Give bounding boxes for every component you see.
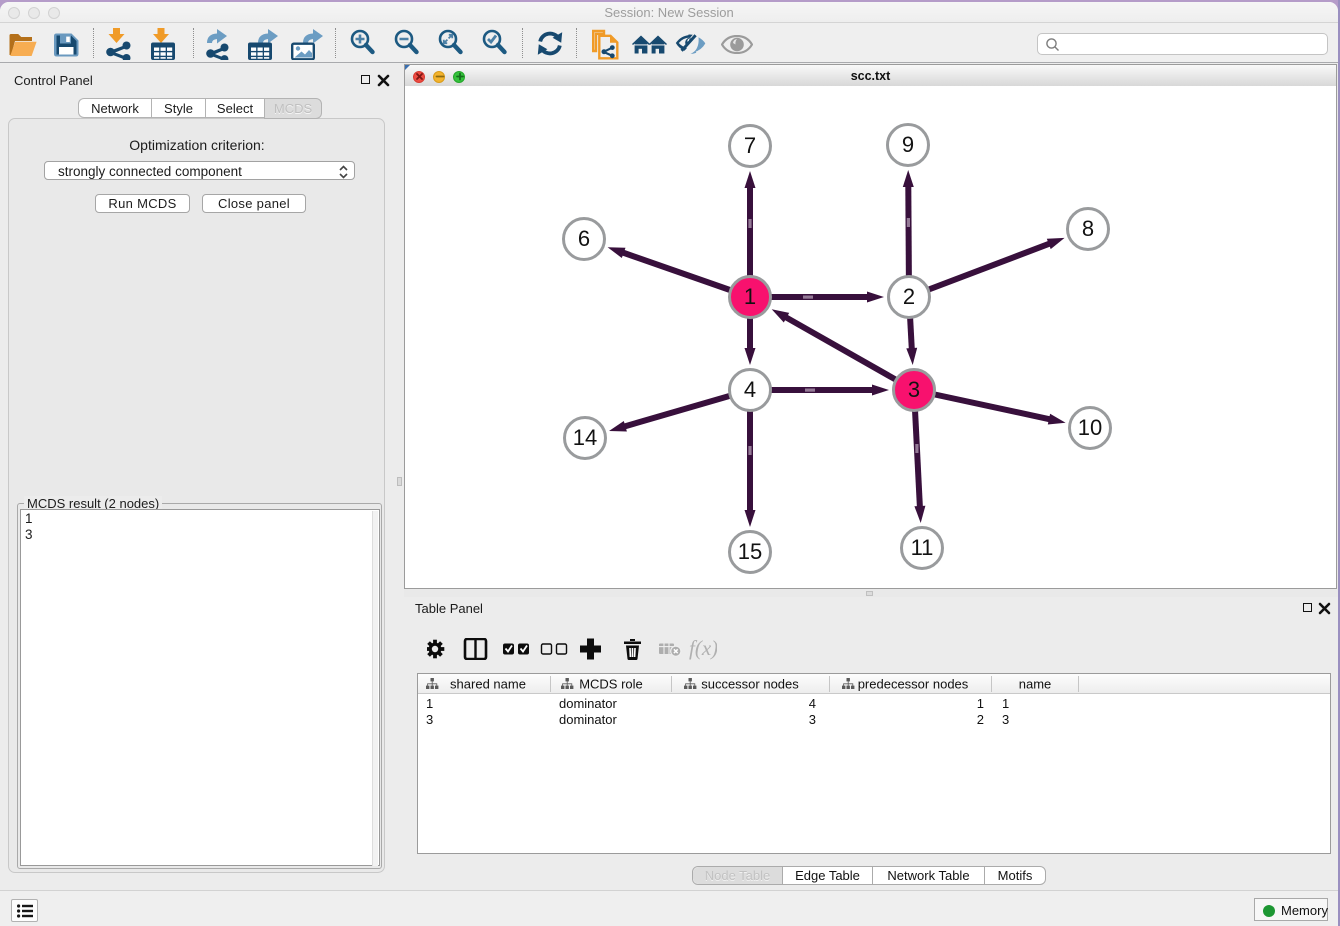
svg-text:name: name xyxy=(1019,677,1052,692)
svg-text:8: 8 xyxy=(1082,216,1094,241)
svg-text:shared name: shared name xyxy=(450,677,526,692)
svg-text:14: 14 xyxy=(573,425,597,450)
svg-text:9: 9 xyxy=(902,132,914,157)
svg-text:3: 3 xyxy=(908,377,920,402)
svg-text:MCDS role: MCDS role xyxy=(579,677,643,692)
svg-text:6: 6 xyxy=(578,226,590,251)
svg-text:successor nodes: successor nodes xyxy=(701,677,799,692)
svg-text:10: 10 xyxy=(1078,415,1102,440)
svg-text:7: 7 xyxy=(744,133,756,158)
svg-text:4: 4 xyxy=(744,377,756,402)
svg-text:predecessor nodes: predecessor nodes xyxy=(858,677,969,692)
svg-text:11: 11 xyxy=(911,535,934,560)
svg-text:f(x): f(x) xyxy=(689,638,717,660)
svg-text:1: 1 xyxy=(744,284,756,309)
svg-text:2: 2 xyxy=(903,284,915,309)
svg-text:15: 15 xyxy=(738,539,762,564)
